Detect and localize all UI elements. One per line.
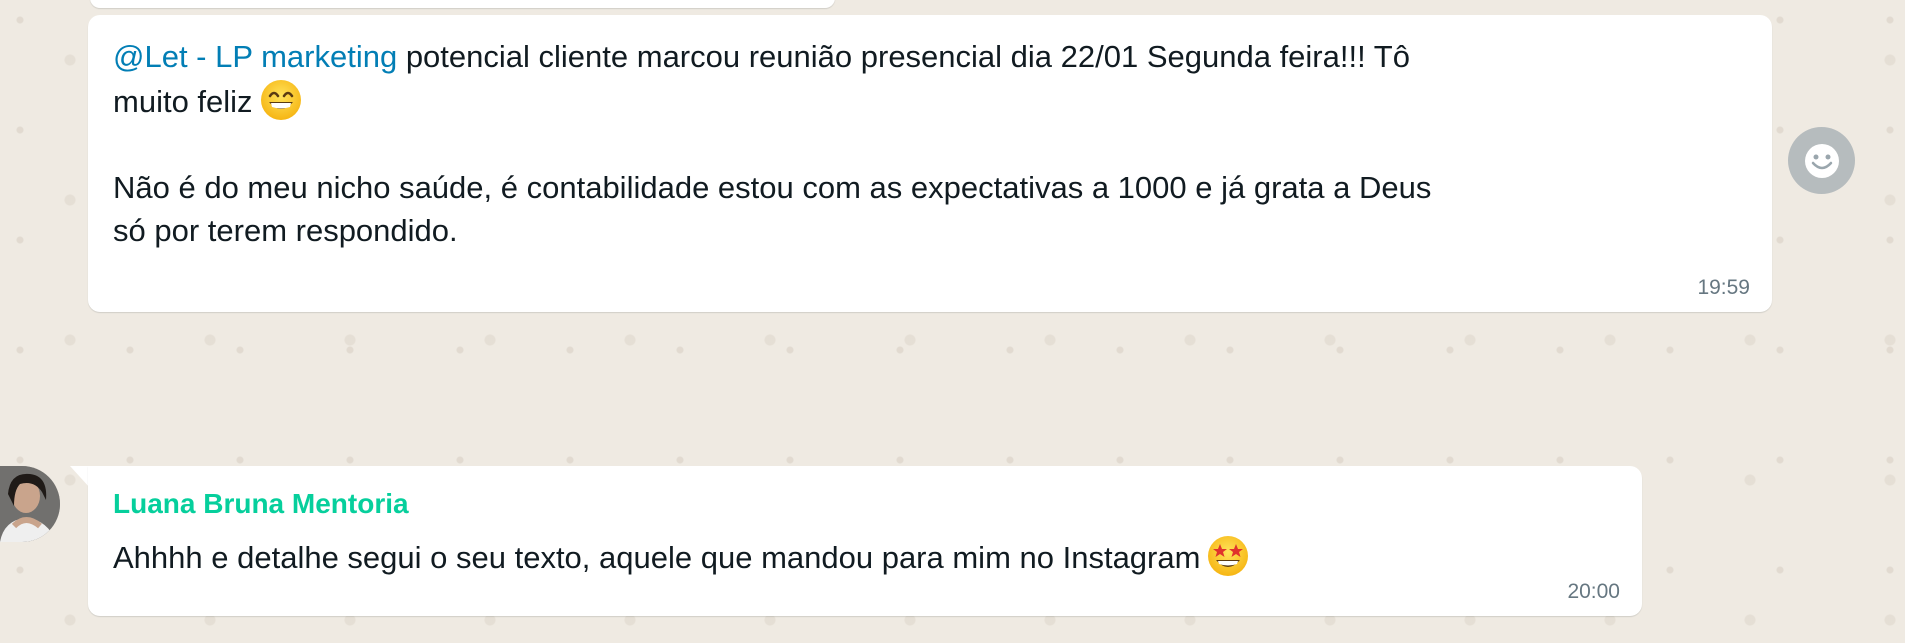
star-struck-face-icon (1208, 536, 1249, 576)
avatar[interactable] (0, 466, 60, 542)
message-timestamp: 19:59 (1697, 276, 1750, 299)
message-text: @Let - LP marketing potencial cliente ma… (113, 35, 1744, 252)
mention-link[interactable]: @Let - LP marketing (113, 39, 397, 74)
bubble-tail (70, 466, 90, 488)
sender-name[interactable]: Luana Bruna Mentoria (113, 486, 1614, 522)
message-line-1: potencial cliente marcou reunião presenc… (397, 39, 1410, 74)
react-emoji-button[interactable] (1788, 127, 1855, 194)
avatar-image (0, 466, 60, 542)
previous-message-bubble[interactable] (90, 0, 835, 8)
grinning-face-with-smiling-eyes-icon (260, 80, 301, 120)
smiley-icon (1804, 143, 1839, 178)
message-text: Ahhhh e detalhe segui o seu texto, aquel… (113, 534, 1614, 579)
message-timestamp: 20:00 (1567, 580, 1620, 603)
message-bubble[interactable]: @Let - LP marketing potencial cliente ma… (88, 15, 1772, 312)
message-line-2: muito feliz (113, 84, 253, 119)
message-line: Ahhhh e detalhe segui o seu texto, aquel… (113, 540, 1201, 575)
message-bubble[interactable]: Luana Bruna Mentoria Ahhhh e detalhe seg… (88, 466, 1642, 616)
message-paragraph-2: Não é do meu nicho saúde, é contabilidad… (113, 170, 1432, 248)
